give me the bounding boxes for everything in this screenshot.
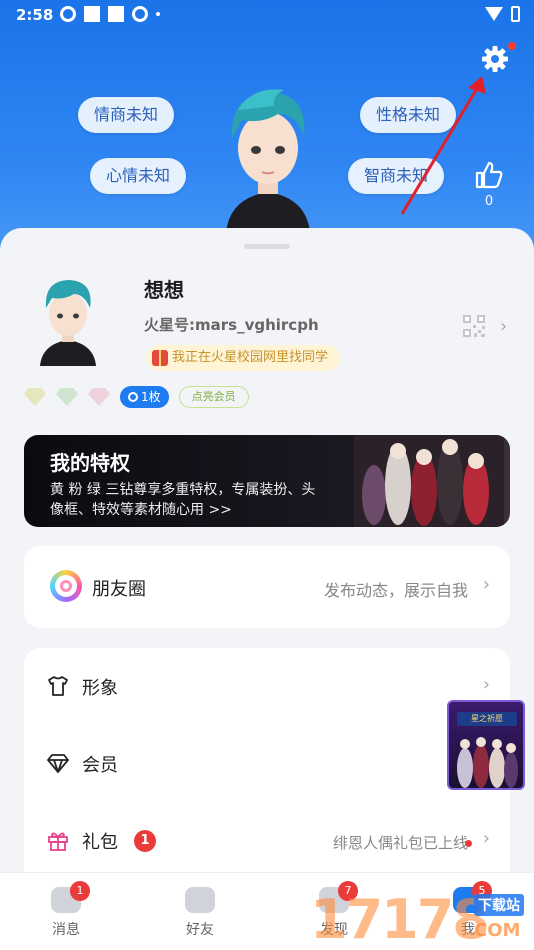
privilege-characters-art [354, 435, 504, 527]
system-icons [485, 6, 520, 22]
yellow-diamond-icon[interactable] [24, 388, 46, 406]
gift-icon [48, 832, 68, 851]
popcorn-icon [152, 350, 168, 366]
campus-tag-label: 我正在火星校园网里找同学 [172, 350, 329, 365]
floating-event-banner[interactable]: 星之祈愿 [447, 700, 525, 790]
friends-icon [185, 887, 215, 913]
tab-label: 好友 [186, 922, 214, 938]
app-notification-icon [132, 6, 148, 22]
moments-label: 朋友圈 [92, 579, 146, 600]
new-dot-indicator [465, 840, 472, 847]
privilege-card[interactable]: 我的特权 黄 粉 绿 三钻尊享多重特权，专属装扮、头像框、特效等素材随心用 >> [24, 435, 510, 527]
user-id: 火星号:mars_vghircph [144, 316, 319, 334]
nickname: 想想 [144, 278, 184, 302]
tab-label: 消息 [52, 922, 80, 938]
badge-row: 1枚 点亮会员 [24, 386, 249, 408]
menu-item-appearance[interactable]: 形象 › [24, 648, 510, 725]
medal-badge[interactable]: 1枚 [120, 386, 169, 408]
more-notifications-icon [156, 12, 160, 16]
chevron-right-icon: › [482, 828, 490, 849]
pink-diamond-icon[interactable] [88, 388, 110, 406]
chevron-right-icon[interactable]: › [500, 316, 507, 337]
privilege-title: 我的特权 [50, 451, 130, 475]
profile-avatar[interactable] [32, 274, 104, 366]
moments-card[interactable]: 朋友圈 发布动态，展示自我 › [24, 546, 510, 628]
moments-ring-icon [50, 570, 82, 602]
site-watermark: 17178 下载站 COM [306, 882, 534, 950]
light-up-vip-button[interactable]: 点亮会员 [178, 386, 249, 408]
privilege-description: 黄 粉 绿 三钻尊享多重特权，专属装扮、头像框、特效等素材随心用 >> [50, 482, 316, 518]
app-notification-icon [60, 6, 76, 22]
avatar-3d-figure[interactable] [212, 80, 324, 232]
settings-notification-dot [508, 42, 516, 50]
green-diamond-icon[interactable] [56, 388, 78, 406]
watermark-domain: COM [474, 920, 521, 941]
annotation-arrow [400, 76, 486, 215]
mood-bubble[interactable]: 心情未知 [90, 158, 187, 194]
watermark-site: 下载站 [474, 894, 524, 916]
status-bar: 2:58 [0, 0, 534, 30]
moments-subtitle: 发布动态，展示自我 [323, 581, 468, 600]
eq-bubble[interactable]: 情商未知 [78, 97, 175, 133]
campus-tag[interactable]: 我正在火星校园网里找同学 [146, 345, 341, 371]
watermark-number: 17178 [310, 888, 490, 950]
menu-item-membership[interactable]: 会员 [24, 725, 510, 802]
chevron-right-icon: › [482, 574, 490, 595]
tab-messages[interactable]: 消息 1 [26, 881, 106, 939]
status-time: 2:58 [16, 6, 54, 24]
menu-item-gift-pack[interactable]: 礼包 1 绯恩人偶礼包已上线 › [24, 802, 510, 879]
notification-icons [60, 6, 160, 22]
menu-item-label: 礼包 [82, 832, 118, 853]
chevron-right-icon: › [482, 674, 490, 695]
battery-icon [511, 6, 520, 22]
menu-item-label: 形象 [82, 678, 118, 699]
qr-code-icon[interactable] [462, 314, 486, 338]
gift-pack-note: 绯恩人偶礼包已上线 [332, 834, 468, 852]
event-banner-title: 星之祈愿 [457, 712, 517, 726]
gift-count-badge: 1 [134, 830, 156, 852]
diamond-icon [47, 754, 69, 773]
tab-friends[interactable]: 好友 [160, 881, 240, 939]
event-characters-art [457, 737, 518, 788]
medal-count: 1枚 [141, 390, 161, 404]
shirt-icon [48, 676, 68, 696]
medal-icon [128, 392, 138, 402]
drag-handle[interactable] [244, 244, 290, 249]
messages-badge: 1 [70, 881, 90, 901]
wifi-icon [485, 7, 503, 21]
app-notification-icon [84, 6, 100, 22]
app-notification-icon [108, 6, 124, 22]
menu-item-label: 会员 [82, 755, 118, 776]
